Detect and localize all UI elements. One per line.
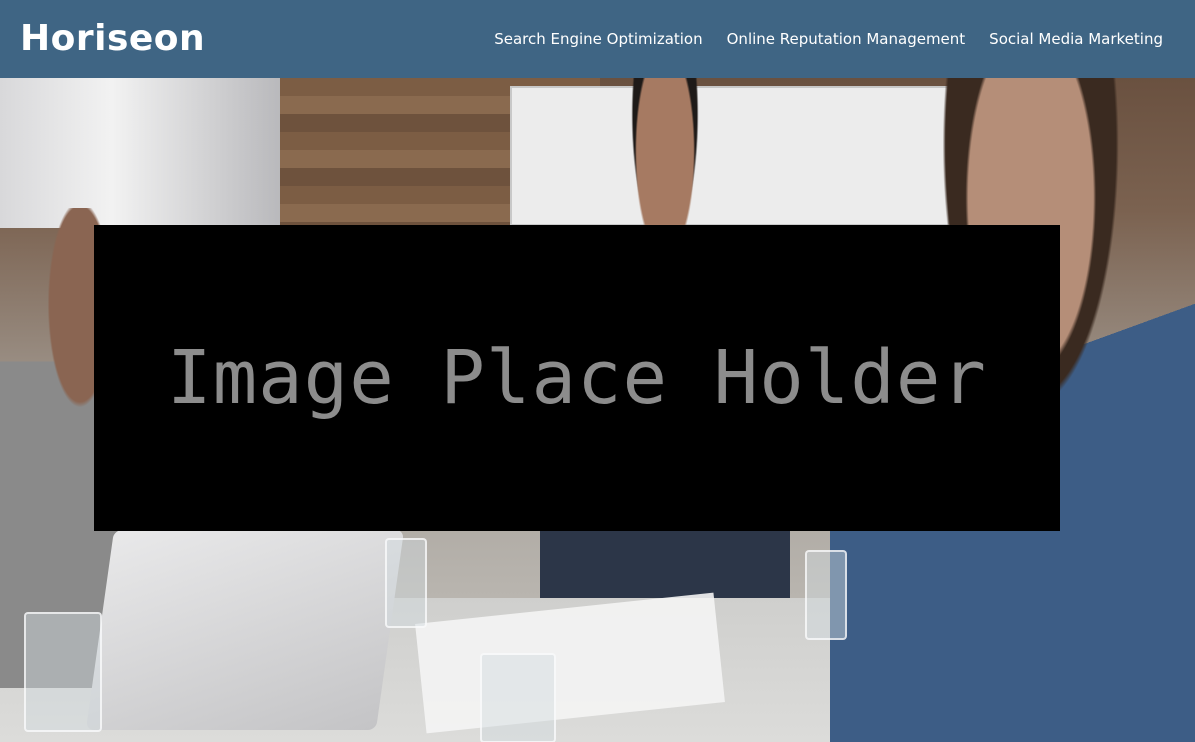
nav-link-online-reputation-management[interactable]: Online Reputation Management bbox=[727, 30, 966, 48]
water-glass bbox=[805, 550, 847, 640]
water-glass bbox=[480, 653, 556, 742]
background-window bbox=[0, 78, 280, 228]
site-header: Horiseon Search Engine Optimization Onli… bbox=[0, 0, 1195, 78]
water-glass bbox=[24, 612, 102, 732]
main-navigation: Search Engine Optimization Online Reputa… bbox=[494, 30, 1163, 48]
nav-link-search-engine-optimization[interactable]: Search Engine Optimization bbox=[494, 30, 702, 48]
laptop bbox=[85, 530, 405, 730]
site-logo[interactable]: Horiseon bbox=[20, 21, 205, 57]
water-glass bbox=[385, 538, 427, 628]
image-placeholder: Image Place Holder bbox=[94, 225, 1060, 531]
image-placeholder-text: Image Place Holder bbox=[167, 335, 987, 421]
nav-link-social-media-marketing[interactable]: Social Media Marketing bbox=[989, 30, 1163, 48]
